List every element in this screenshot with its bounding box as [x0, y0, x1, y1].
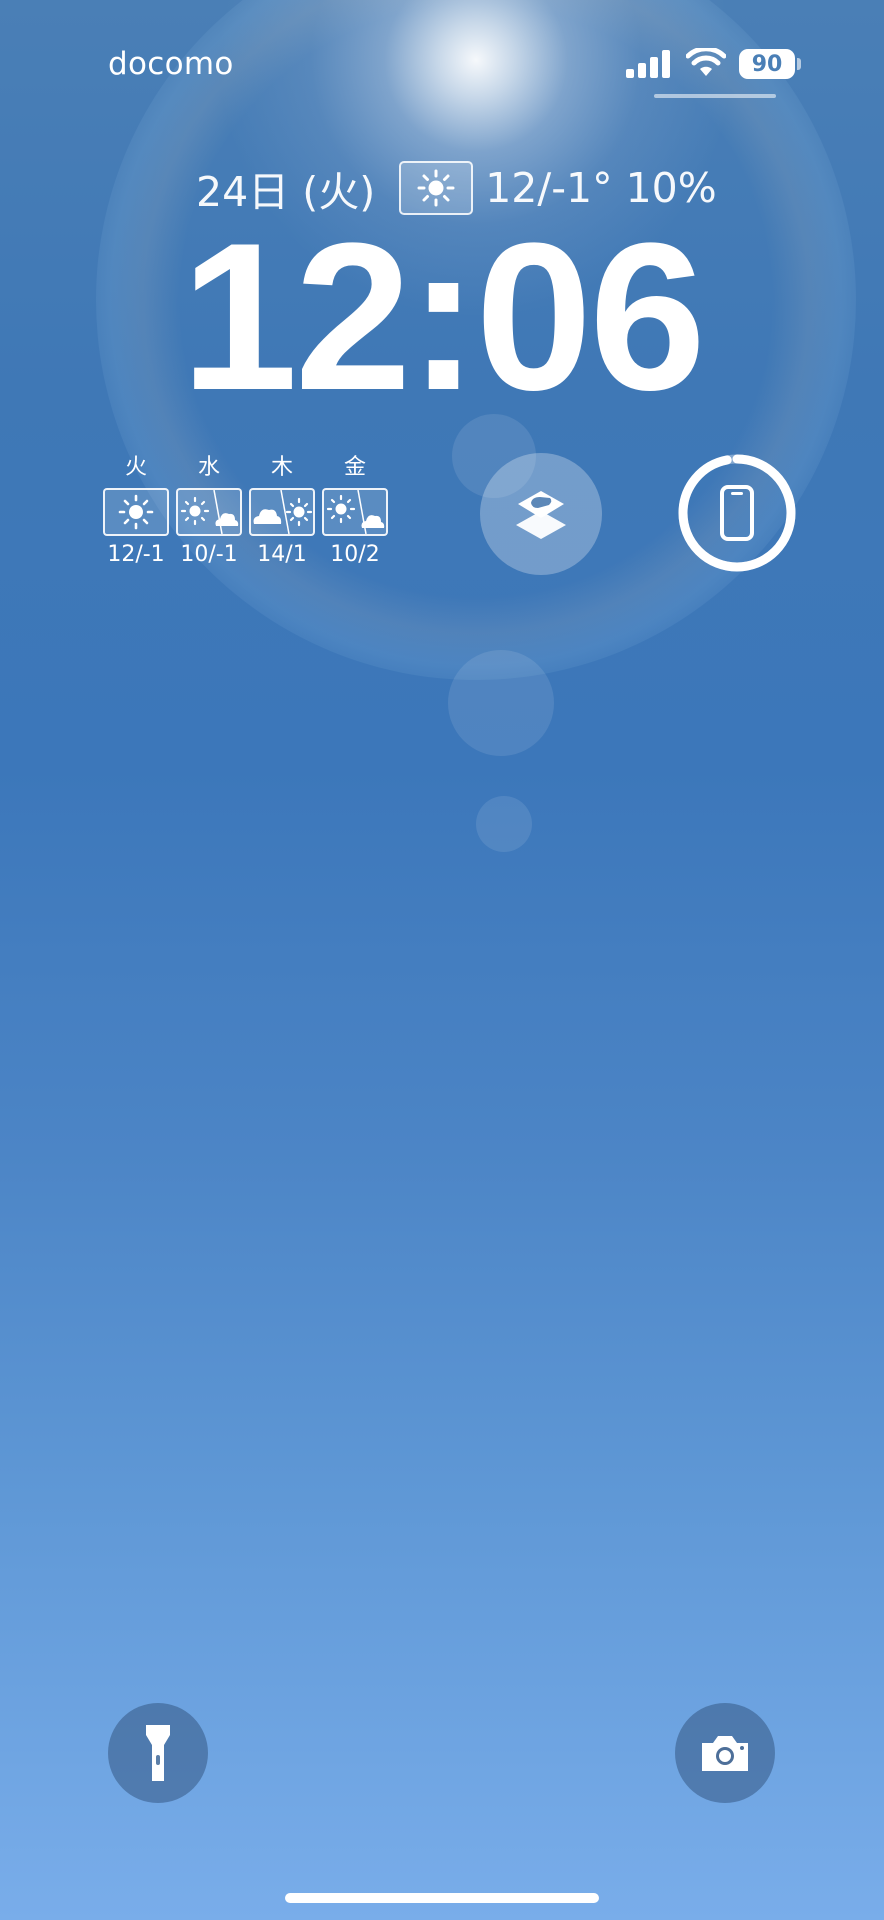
- forecast-day: 木 14/1: [249, 452, 315, 567]
- cellular-signal-icon: [626, 50, 672, 78]
- battery-level: 90: [751, 51, 783, 77]
- lens-flare: [476, 796, 532, 852]
- camera-button[interactable]: [675, 1703, 775, 1803]
- battery-tip: [797, 58, 801, 70]
- flashlight-button[interactable]: [108, 1703, 208, 1803]
- sunny-icon: [103, 488, 169, 536]
- sunny-then-cloudy-icon: [322, 488, 388, 536]
- shortcuts-icon: [516, 491, 566, 539]
- iphone-icon: [720, 485, 754, 541]
- shortcuts-widget[interactable]: [480, 453, 602, 575]
- lock-screen-clock[interactable]: 12:06: [0, 212, 884, 422]
- forecast-temp: 10/2: [330, 542, 380, 567]
- sunny-then-cloudy-icon: [176, 488, 242, 536]
- forecast-day-label: 水: [197, 455, 220, 480]
- status-indicator-line: [654, 94, 776, 98]
- forecast-day-label: 金: [343, 455, 366, 480]
- weather-forecast-widget[interactable]: 火 12/-1 水 10/-1 木 14/1 金 10/2: [103, 452, 388, 567]
- forecast-temp: 12/-1: [107, 542, 165, 567]
- lens-flare: [448, 650, 554, 756]
- home-indicator[interactable]: [285, 1893, 599, 1903]
- carrier-name: docomo: [108, 46, 234, 82]
- forecast-temp: 10/-1: [180, 542, 238, 567]
- forecast-day-label: 木: [270, 455, 293, 480]
- forecast-day-label: 火: [124, 455, 147, 480]
- cloudy-then-sunny-icon: [249, 488, 315, 536]
- battery-ring-progress: [678, 454, 796, 572]
- camera-icon: [702, 1736, 748, 1771]
- wifi-icon: [686, 48, 726, 76]
- forecast-temp: 14/1: [257, 542, 307, 567]
- flashlight-icon: [146, 1725, 170, 1781]
- device-battery-widget[interactable]: [676, 452, 798, 574]
- forecast-day: 金 10/2: [322, 452, 388, 567]
- forecast-day: 火 12/-1: [103, 452, 169, 567]
- battery-icon: 90: [739, 49, 795, 79]
- forecast-day: 水 10/-1: [176, 452, 242, 567]
